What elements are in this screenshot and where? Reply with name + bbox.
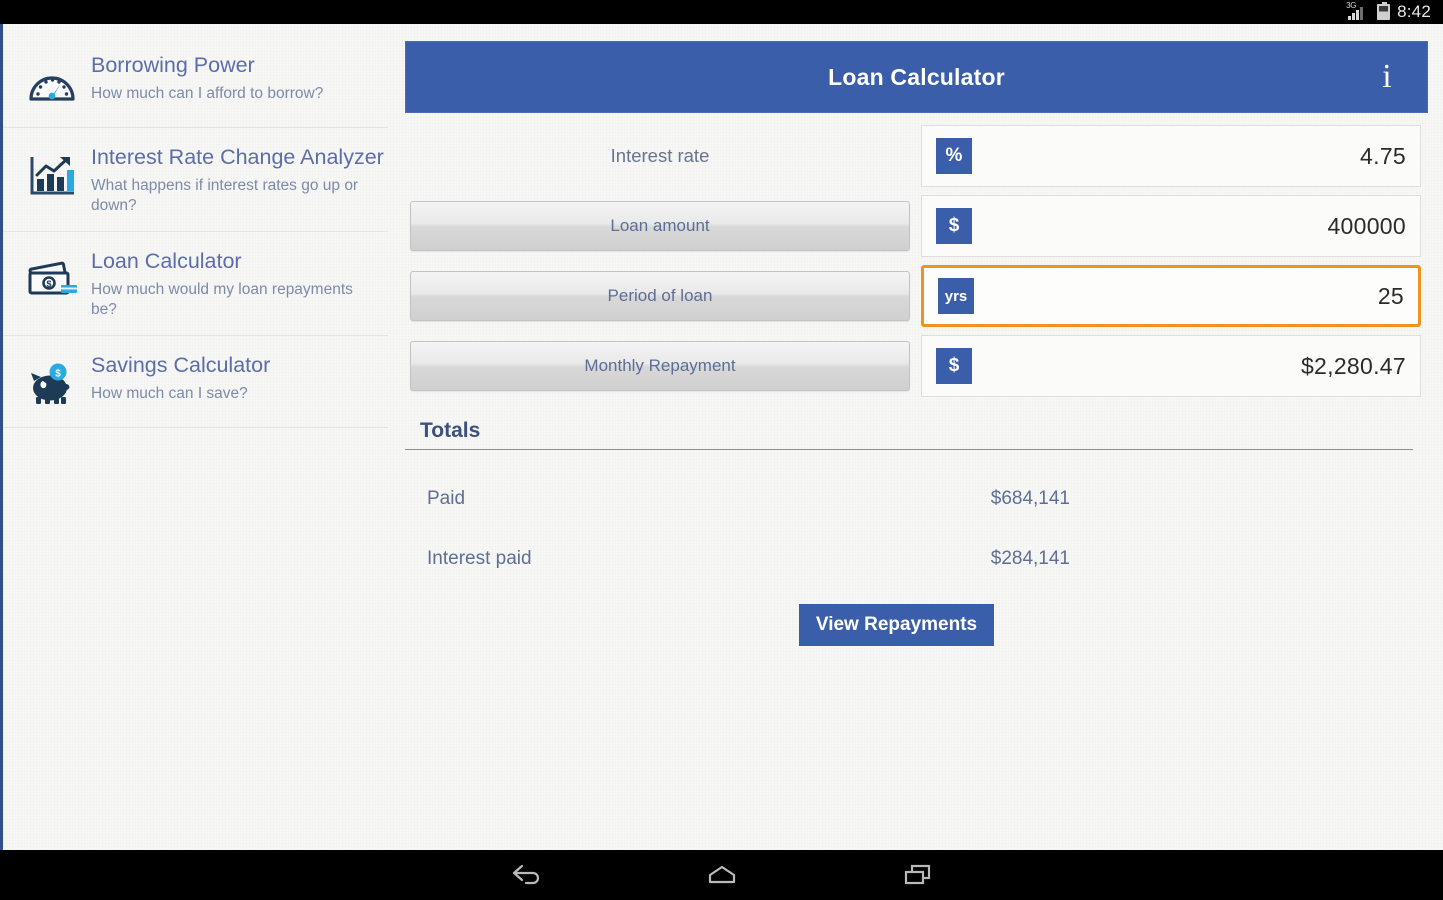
- totals-heading: Totals: [420, 419, 481, 442]
- signal-bar-2: [1352, 13, 1356, 20]
- form-row-loan-amount: Loan amount $ 400000: [405, 191, 1428, 261]
- page-title: Loan Calculator: [828, 63, 1005, 90]
- piggy-bank-icon: $: [21, 356, 83, 412]
- sidebar-item-text: Interest Rate Change Analyzer What happe…: [91, 144, 384, 216]
- loan-input-form: Interest rate % 4.75 Loan amount $ 40000…: [405, 113, 1428, 401]
- totals-row-paid: Paid $684,141: [405, 488, 1413, 510]
- signal-bar-1: [1348, 16, 1352, 20]
- sidebar-item-subtitle: What happens if interest rates go up or …: [91, 177, 359, 214]
- sidebar-item-title: Borrowing Power: [91, 53, 255, 77]
- sidebar-item-savings-calculator[interactable]: $ Savings Calculator How much can I save…: [3, 336, 388, 428]
- sidebar-item-borrowing-power[interactable]: Borrowing Power How much can I afford to…: [3, 36, 388, 128]
- recent-apps-icon[interactable]: [890, 855, 946, 895]
- form-row-field-cell: % 4.75: [921, 125, 1428, 187]
- loan-amount-field[interactable]: $ 400000: [921, 195, 1421, 257]
- totals-row-label: Paid: [427, 488, 466, 509]
- period-of-loan-field[interactable]: yrs 25: [921, 265, 1421, 327]
- totals-row-value: $284,141: [990, 548, 1070, 569]
- period-of-loan-value: 25: [1377, 282, 1404, 309]
- info-icon[interactable]: i: [1369, 53, 1405, 101]
- speedometer-icon: [21, 56, 83, 112]
- home-icon[interactable]: [694, 855, 750, 895]
- signal-bar-3: [1356, 10, 1360, 20]
- form-row-field-cell: $ $2,280.47: [921, 335, 1428, 397]
- totals-row-label: Interest paid: [427, 548, 532, 569]
- period-of-loan-button[interactable]: Period of loan: [410, 271, 910, 321]
- sidebar-item-title: Interest Rate Change Analyzer: [91, 145, 384, 169]
- sidebar-item-text: Savings Calculator How much can I save?: [91, 352, 366, 404]
- sidebar-item-subtitle: How much can I save?: [91, 385, 248, 402]
- monthly-repayment-button[interactable]: Monthly Repayment: [410, 341, 910, 391]
- sidebar-item-text: Loan Calculator How much would my loan r…: [91, 248, 366, 320]
- totals-divider: [405, 449, 1413, 450]
- totals-row-value: $684,141: [990, 488, 1070, 509]
- form-row-field-cell: $ 400000: [921, 195, 1428, 257]
- panel-header: Loan Calculator i: [405, 41, 1428, 113]
- android-navigation-bar: [0, 850, 1443, 900]
- totals-section: Totals Paid $684,141 Interest paid $284,…: [405, 419, 1428, 646]
- sidebar-item-title: Loan Calculator: [91, 249, 242, 273]
- form-row-monthly-repayment: Monthly Repayment $ $2,280.47: [405, 331, 1428, 401]
- signal-bars-icon: 3G: [1346, 1, 1370, 20]
- form-row-label-cell: Period of loan: [405, 271, 921, 321]
- bar-chart-trend-icon: [21, 148, 83, 204]
- totals-row-interest-paid: Interest paid $284,141: [405, 548, 1413, 570]
- form-row-label-cell: Loan amount: [405, 201, 921, 251]
- sidebar-item-interest-rate-change-analyzer[interactable]: Interest Rate Change Analyzer What happe…: [3, 128, 388, 232]
- interest-rate-field[interactable]: % 4.75: [921, 125, 1421, 187]
- device-screen: 3G 8:42 Borrowing Power How much can I a…: [0, 0, 1443, 900]
- interest-rate-label: Interest rate: [610, 145, 710, 166]
- form-row-label-cell: Monthly Repayment: [405, 341, 921, 391]
- years-badge-icon: yrs: [938, 278, 974, 314]
- app-container: Borrowing Power How much can I afford to…: [0, 24, 1443, 850]
- sidebar-item-text: Borrowing Power How much can I afford to…: [91, 52, 366, 104]
- back-arrow-icon[interactable]: [498, 855, 554, 895]
- status-bar-clock: 8:42: [1397, 2, 1431, 21]
- form-row-label-cell: Interest rate: [405, 145, 921, 167]
- dollar-badge-icon: $: [936, 348, 972, 384]
- calculator-list-sidebar: Borrowing Power How much can I afford to…: [3, 24, 388, 850]
- view-repayments-wrap: View Repayments: [405, 604, 1413, 646]
- signal-bar-4: [1360, 7, 1364, 20]
- loan-amount-button[interactable]: Loan amount: [410, 201, 910, 251]
- form-row-field-cell: yrs 25: [921, 265, 1428, 327]
- monthly-repayment-field[interactable]: $ $2,280.47: [921, 335, 1421, 397]
- sidebar-item-subtitle: How much can I afford to borrow?: [91, 85, 324, 102]
- loan-amount-value: 400000: [1327, 212, 1406, 239]
- interest-rate-value: 4.75: [1360, 142, 1406, 169]
- form-row-period-of-loan: Period of loan yrs 25: [405, 261, 1428, 331]
- sidebar-item-subtitle: How much would my loan repayments be?: [91, 281, 353, 318]
- dollar-badge-icon: $: [936, 208, 972, 244]
- loan-amount-button-label: Loan amount: [610, 216, 710, 235]
- battery-icon: [1377, 2, 1391, 20]
- svg-text:$: $: [46, 279, 51, 289]
- view-repayments-button[interactable]: View Repayments: [798, 604, 995, 646]
- monthly-repayment-button-label: Monthly Repayment: [584, 356, 736, 375]
- info-glyph: i: [1382, 58, 1392, 95]
- android-status-bar: 3G 8:42: [0, 0, 1443, 24]
- banknotes-icon: $: [21, 252, 83, 308]
- monthly-repayment-value: $2,280.47: [1300, 352, 1406, 379]
- period-of-loan-button-label: Period of loan: [607, 286, 713, 305]
- form-row-interest-rate: Interest rate % 4.75: [405, 121, 1428, 191]
- calculator-panel: Loan Calculator i Interest rate % 4.75 L…: [388, 24, 1443, 850]
- percent-badge-icon: %: [936, 138, 972, 174]
- sidebar-item-title: Savings Calculator: [91, 353, 271, 377]
- svg-text:$: $: [55, 369, 61, 380]
- network-type-label: 3G: [1346, 1, 1357, 10]
- sidebar-item-loan-calculator[interactable]: $ Loan Calculator How much would my loan…: [3, 232, 388, 336]
